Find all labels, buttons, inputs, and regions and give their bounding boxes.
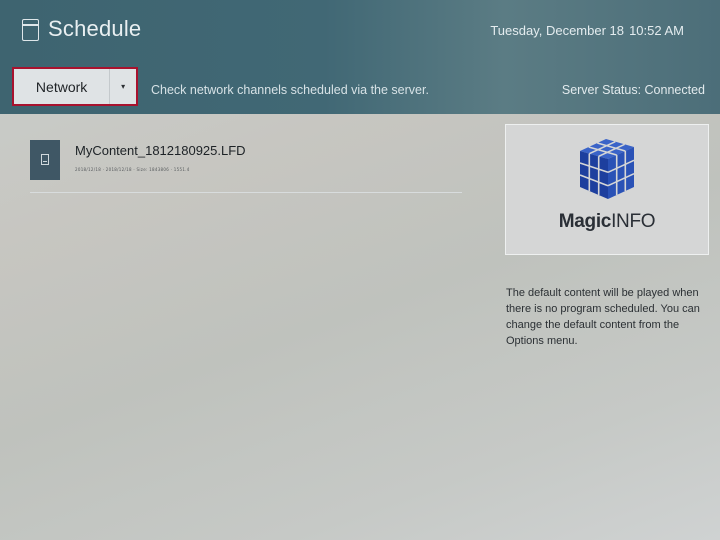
server-status: Server Status: Connected bbox=[561, 83, 705, 97]
page-title: Schedule bbox=[48, 16, 142, 41]
content-list-item[interactable]: MyContent_1812180925.LFD 2018/12/18 · 20… bbox=[30, 140, 462, 193]
file-thumbnail bbox=[30, 140, 60, 180]
default-content-description: The default content will be played when … bbox=[506, 287, 700, 347]
date-display: Tuesday, December 18 bbox=[490, 23, 624, 38]
chevron-down-icon: ▾ bbox=[109, 69, 136, 104]
default-content-logo: MagicINFO bbox=[505, 124, 709, 255]
time-display: 10:52 AM bbox=[629, 23, 684, 38]
magicinfo-logo-text: MagicINFO bbox=[558, 211, 656, 232]
content-file-name: MyContent_1812180925.LFD bbox=[75, 143, 246, 158]
file-icon bbox=[41, 154, 49, 165]
top-bar: Schedule Tuesday, December 18 10:52 AM N… bbox=[0, 0, 720, 114]
calendar-icon bbox=[22, 19, 39, 41]
hint-text: Check network channels scheduled via the… bbox=[151, 83, 429, 97]
schedule-type-dropdown[interactable]: Network ▾ bbox=[12, 67, 138, 106]
content-file-meta: 2018/12/18 · 2018/12/18 · Size: 1843806 … bbox=[75, 167, 190, 172]
magicinfo-cube-icon bbox=[579, 139, 635, 199]
dropdown-selected-value: Network bbox=[35, 78, 88, 95]
